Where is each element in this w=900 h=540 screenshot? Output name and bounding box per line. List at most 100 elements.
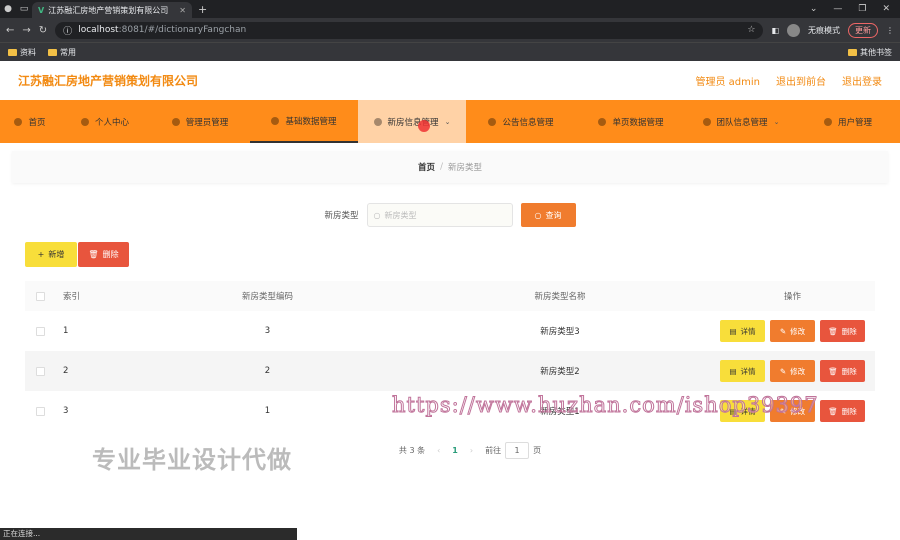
nav-admin-manage[interactable]: 管理员管理 bbox=[150, 100, 250, 143]
detail-button[interactable]: ▤ 详情 bbox=[720, 320, 765, 342]
nav-team-info[interactable]: 团队信息管理 ⌄ bbox=[686, 100, 796, 143]
plus-icon: + bbox=[37, 250, 45, 259]
back-icon[interactable]: ← bbox=[6, 25, 14, 36]
search-label: 新房类型 bbox=[324, 211, 359, 221]
incognito-avatar[interactable] bbox=[787, 23, 800, 37]
pager-goto-input[interactable]: 1 bbox=[505, 442, 530, 459]
users-icon bbox=[823, 117, 832, 126]
url-path: :8081/#/dictionaryFangchan bbox=[118, 25, 247, 35]
breadcrumb-home[interactable]: 首页 bbox=[418, 161, 435, 173]
nav-profile[interactable]: 个人中心 bbox=[60, 100, 150, 143]
profile-label[interactable]: 无痕模式 bbox=[808, 25, 840, 36]
restore-icon[interactable]: ❐ bbox=[858, 4, 866, 14]
nav-house-info[interactable]: 新房信息管理 ⌄ bbox=[358, 100, 466, 143]
table-row: 1 3 新房类型3 ▤ 详情 ✎ 修改 🗑 删除 bbox=[25, 311, 875, 351]
back-to-front-link[interactable]: 退出到前台 bbox=[776, 73, 826, 88]
nav-user-manage[interactable]: 用户管理 bbox=[796, 100, 900, 143]
trash-icon: 🗑 bbox=[88, 250, 99, 259]
select-all-checkbox[interactable] bbox=[35, 291, 45, 301]
reload-icon[interactable]: ↻ bbox=[39, 25, 47, 36]
main-nav: 首页 个人中心 管理员管理 基础数据管理 新房信息管理 ⌄ 公告信息管理 单页数据… bbox=[0, 100, 900, 143]
next-page-icon[interactable]: › bbox=[470, 446, 473, 455]
app-header: 江苏融汇房地产营销策划有限公司 管理员 admin 退出到前台 退出登录 bbox=[0, 61, 900, 100]
folder-icon bbox=[848, 48, 857, 56]
breadcrumb: 首页 / 新房类型 bbox=[12, 151, 888, 183]
bookmarks-bar: 资料 常用 其他书签 bbox=[0, 42, 900, 61]
sidebar-icon[interactable]: ◧ bbox=[771, 26, 779, 35]
folder-icon bbox=[8, 48, 17, 56]
nav-basic-data[interactable]: 基础数据管理 bbox=[250, 100, 358, 143]
pager-page-unit: 页 bbox=[533, 446, 542, 455]
folder-icon bbox=[48, 48, 57, 56]
breadcrumb-current: 新房类型 bbox=[447, 163, 482, 173]
delete-button[interactable]: 🗑 删除 bbox=[78, 242, 129, 267]
logout-link[interactable]: 退出登录 bbox=[842, 73, 882, 88]
forward-icon[interactable]: → bbox=[22, 25, 30, 36]
close-tab-icon[interactable]: ✕ bbox=[179, 6, 186, 15]
promo-text: 专业毕业设计代做 bbox=[92, 446, 292, 474]
search-placeholder: 新房类型 bbox=[384, 210, 417, 220]
header-actions: 操作 bbox=[783, 292, 801, 302]
row-delete-button[interactable]: 🗑 删除 bbox=[820, 320, 865, 342]
edit-icon: ✎ bbox=[779, 366, 787, 376]
page-icon bbox=[598, 117, 607, 126]
query-button[interactable]: ○ 查询 bbox=[520, 203, 576, 227]
add-button[interactable]: + 新增 bbox=[25, 242, 77, 267]
toolbar: + 新增 🗑 删除 bbox=[25, 242, 900, 267]
chevron-down-icon: ⌄ bbox=[444, 117, 451, 126]
more-icon[interactable]: ⋮ bbox=[886, 26, 894, 35]
search-input[interactable]: ○ 新房类型 bbox=[366, 203, 513, 227]
pager-page-1[interactable]: 1 bbox=[452, 446, 458, 455]
bookmark-folder[interactable]: 常用 bbox=[48, 47, 76, 58]
cell-name: 新房类型3 bbox=[540, 327, 580, 337]
list-icon bbox=[373, 117, 382, 126]
row-checkbox[interactable] bbox=[35, 326, 45, 336]
address-bar: ← → ↻ ⓘ localhost:8081/#/dictionaryFangc… bbox=[0, 18, 900, 42]
prev-page-icon[interactable]: ‹ bbox=[437, 446, 440, 455]
cell-name: 新房类型2 bbox=[540, 367, 580, 377]
nav-home[interactable]: 首页 bbox=[0, 100, 60, 143]
search-icon: ○ bbox=[373, 210, 381, 220]
watermark-text: https://www.huzhan.com/ishop39397 bbox=[392, 393, 819, 418]
new-tab-icon[interactable]: + bbox=[198, 3, 207, 16]
search-form: 新房类型 ○ 新房类型 ○ 查询 bbox=[0, 203, 900, 227]
cell-index: 2 bbox=[63, 366, 69, 376]
breadcrumb-separator: / bbox=[440, 162, 443, 172]
tab-title: 江苏融汇房地产营销策划有限公司 bbox=[48, 5, 169, 15]
bookmark-folder[interactable]: 资料 bbox=[8, 47, 36, 58]
browser-tab[interactable]: V 江苏融汇房地产营销策划有限公司 ✕ bbox=[32, 2, 192, 18]
close-window-icon[interactable]: ✕ bbox=[882, 4, 890, 14]
data-icon bbox=[271, 116, 280, 125]
url-host: localhost bbox=[78, 25, 119, 35]
edit-button[interactable]: ✎ 修改 bbox=[770, 320, 815, 342]
admin-label[interactable]: 管理员 admin bbox=[695, 73, 760, 88]
minimize-icon[interactable]: — bbox=[833, 4, 842, 14]
nav-notice-info[interactable]: 公告信息管理 bbox=[466, 100, 576, 143]
user-icon bbox=[80, 117, 89, 126]
cell-index: 1 bbox=[63, 326, 69, 336]
browser-status-bar: 正在连接... bbox=[0, 528, 297, 540]
row-checkbox[interactable] bbox=[35, 406, 45, 416]
header-code: 新房类型编码 bbox=[241, 292, 293, 302]
mouse-cursor bbox=[418, 120, 430, 132]
edit-icon: ✎ bbox=[779, 326, 787, 336]
chevron-down-icon[interactable]: ⌄ bbox=[810, 4, 818, 14]
document-icon: ▤ bbox=[729, 326, 737, 336]
row-checkbox[interactable] bbox=[35, 366, 45, 376]
row-delete-button[interactable]: 🗑 删除 bbox=[820, 360, 865, 382]
table-header: 索引 新房类型编码 新房类型名称 操作 bbox=[25, 281, 875, 311]
nav-page-data[interactable]: 单页数据管理 bbox=[576, 100, 686, 143]
row-delete-button[interactable]: 🗑 删除 bbox=[820, 400, 865, 422]
document-icon: ▤ bbox=[729, 366, 737, 376]
tab-overview-icon[interactable]: ▭ bbox=[16, 4, 32, 14]
update-button[interactable]: 更新 bbox=[848, 22, 878, 38]
edit-button[interactable]: ✎ 修改 bbox=[770, 360, 815, 382]
info-icon[interactable]: ⓘ bbox=[63, 24, 72, 37]
brand-title: 江苏融汇房地产营销策划有限公司 bbox=[18, 74, 199, 88]
detail-button[interactable]: ▤ 详情 bbox=[720, 360, 765, 382]
admin-icon bbox=[171, 117, 180, 126]
bookmark-star-icon[interactable]: ☆ bbox=[747, 25, 755, 35]
other-bookmarks[interactable]: 其他书签 bbox=[848, 47, 892, 58]
browser-menu-icon[interactable]: ● bbox=[0, 4, 16, 14]
url-field[interactable]: ⓘ localhost:8081/#/dictionaryFangchan ☆ bbox=[55, 21, 764, 39]
